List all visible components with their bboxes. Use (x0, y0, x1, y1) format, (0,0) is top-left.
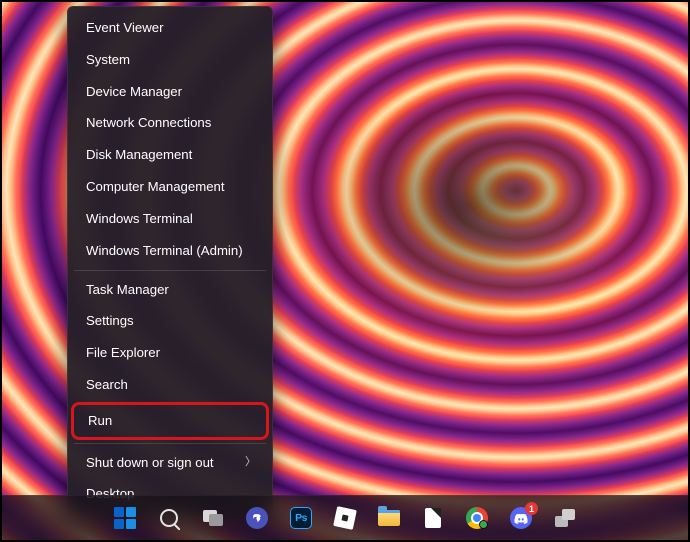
menu-item-disk-management[interactable]: Disk Management (72, 139, 268, 171)
menu-item-windows-terminal-admin[interactable]: Windows Terminal (Admin) (72, 235, 268, 267)
menu-item-label: Run (88, 412, 112, 430)
menu-item-label: Computer Management (86, 178, 225, 196)
menu-item-settings[interactable]: Settings (72, 305, 268, 337)
menu-item-shut-down-or-sign-out[interactable]: Shut down or sign out 〉 (72, 447, 268, 479)
menu-item-label: Disk Management (86, 146, 192, 164)
windows-logo-icon (114, 507, 136, 529)
menu-item-label: Windows Terminal (86, 210, 193, 228)
menu-item-search[interactable]: Search (72, 369, 268, 401)
winx-context-menu: Event Viewer System Device Manager Netwo… (67, 6, 273, 516)
folder-icon (378, 507, 400, 529)
file-icon (422, 507, 444, 529)
menu-item-windows-terminal[interactable]: Windows Terminal (72, 203, 268, 235)
menu-item-label: Shut down or sign out (86, 454, 214, 472)
menu-item-label: Settings (86, 312, 134, 330)
menu-item-file-explorer[interactable]: File Explorer (72, 337, 268, 369)
menu-item-label: System (86, 51, 130, 69)
file-explorer-app[interactable] (371, 500, 407, 536)
notification-badge: 1 (525, 502, 538, 515)
document-app[interactable] (415, 500, 451, 536)
menu-item-run[interactable]: Run (71, 402, 269, 440)
discord-app[interactable]: 1 (503, 500, 539, 536)
start-button[interactable] (107, 500, 143, 536)
menu-separator (74, 270, 266, 271)
menu-item-task-manager[interactable]: Task Manager (72, 274, 268, 306)
menu-separator (74, 443, 266, 444)
menu-item-label: File Explorer (86, 344, 160, 362)
task-view-icon (202, 507, 224, 529)
photoshop-app[interactable]: Ps (283, 500, 319, 536)
photoshop-icon: Ps (290, 507, 312, 529)
menu-item-label: Windows Terminal (Admin) (86, 242, 243, 260)
menu-item-label: Task Manager (86, 281, 169, 299)
task-view[interactable] (195, 500, 231, 536)
menu-item-system[interactable]: System (72, 44, 268, 76)
menu-item-device-manager[interactable]: Device Manager (72, 76, 268, 108)
menu-item-label: Event Viewer (86, 19, 163, 37)
chat-app[interactable] (239, 500, 275, 536)
menu-item-label: Device Manager (86, 83, 182, 101)
menu-item-label: Network Connections (86, 114, 211, 132)
chrome-app[interactable] (459, 500, 495, 536)
tray-overflow[interactable] (547, 500, 583, 536)
menu-item-computer-management[interactable]: Computer Management (72, 171, 268, 203)
roblox-app[interactable] (327, 500, 363, 536)
menu-item-network-connections[interactable]: Network Connections (72, 107, 268, 139)
taskbar-search[interactable] (151, 500, 187, 536)
search-icon (158, 507, 180, 529)
menu-item-event-viewer[interactable]: Event Viewer (72, 12, 268, 44)
chat-icon (246, 507, 268, 529)
chrome-icon (466, 507, 488, 529)
tray-stack-icon (554, 507, 576, 529)
roblox-icon (334, 507, 356, 529)
chevron-right-icon: 〉 (245, 455, 256, 470)
taskbar: Ps 1 (2, 495, 688, 540)
menu-item-label: Search (86, 376, 128, 394)
